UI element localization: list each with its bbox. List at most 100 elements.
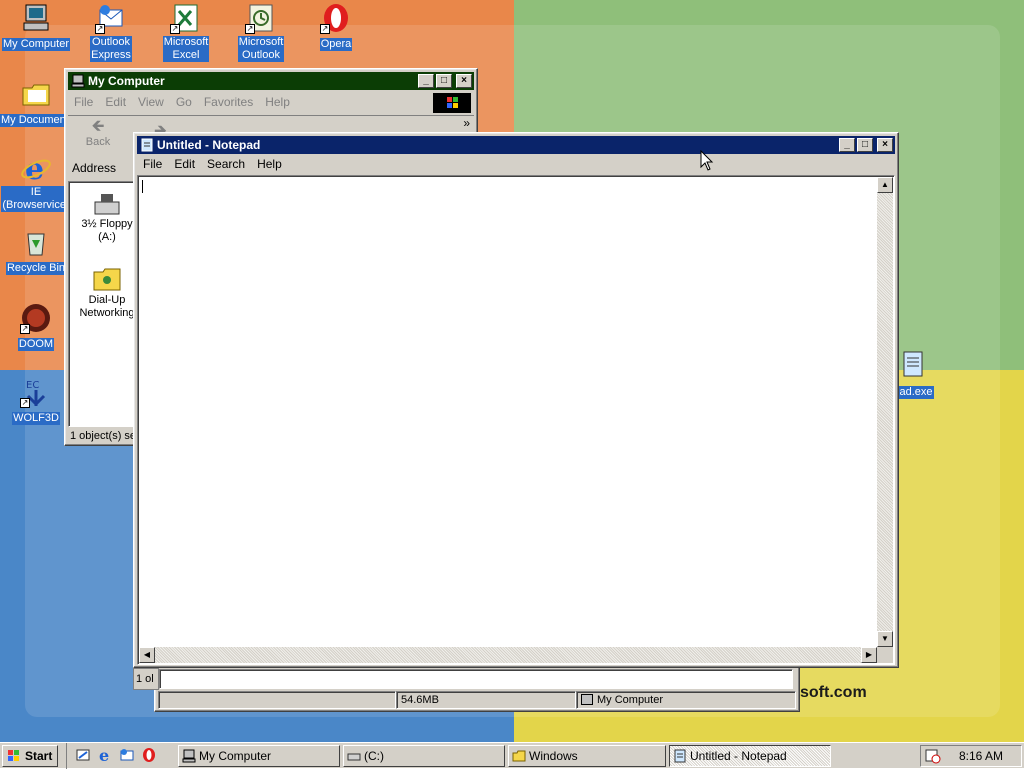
opera-icon[interactable] (141, 747, 157, 763)
scroll-up-button[interactable]: ▲ (877, 177, 893, 193)
doom-icon: ↗ (20, 302, 52, 334)
outlook-icon: ↗ (245, 2, 277, 34)
notepad-menu-bar: File Edit Search Help (137, 155, 895, 173)
mouse-pointer-icon (700, 149, 714, 172)
svg-text:EC: EC (26, 380, 39, 391)
desktop-icon-label: Outlook Express (90, 36, 132, 62)
wolf3d-icon: EC ↗ (20, 376, 52, 408)
maximize-button[interactable]: □ (436, 74, 452, 88)
computer-icon (581, 694, 593, 705)
quick-launch: e (66, 743, 170, 769)
computer-icon (71, 74, 85, 88)
desktop-icon-microsoft-outlook[interactable]: ↗ Microsoft Outlook (225, 2, 297, 62)
more-toolbar-button[interactable]: » (463, 116, 470, 130)
menu-bar: File Edit View Go Favorites Help (68, 93, 474, 111)
notepad-titlebar[interactable]: Untitled - Notepad _ □ × (137, 136, 895, 154)
internet-explorer-icon: e (20, 152, 52, 187)
address-field[interactable] (159, 669, 793, 689)
outlook-express-icon[interactable] (119, 747, 135, 763)
my-computer-titlebar[interactable]: My Computer _ □ × (68, 72, 474, 90)
windows-logo-icon (6, 749, 20, 763)
computer-icon (182, 749, 196, 763)
computer-icon (20, 2, 52, 34)
desktop-icon-label: Opera (319, 38, 353, 51)
vertical-scrollbar[interactable]: ▲ ▼ (877, 177, 893, 647)
show-desktop-icon[interactable] (75, 747, 91, 763)
folder-icon (512, 749, 526, 763)
status-location: My Computer (576, 691, 796, 709)
window-title: My Computer (88, 74, 165, 88)
folder-icon (20, 78, 52, 110)
drive-icon (347, 749, 361, 763)
notepad-icon (673, 749, 687, 763)
explorer-status-fragment: 1 ol (133, 668, 159, 690)
text-cursor (142, 180, 143, 193)
scroll-corner (877, 647, 893, 663)
notepad-window[interactable]: Untitled - Notepad _ □ × File Edit Searc… (133, 132, 899, 668)
svg-text:e: e (99, 747, 109, 763)
address-bar: Address (72, 161, 117, 175)
scroll-down-button[interactable]: ▼ (877, 631, 893, 647)
menu-edit[interactable]: Edit (99, 95, 132, 109)
opera-icon: ↗ (320, 2, 352, 34)
desktop-icon-ie-browservice[interactable]: e IE (Browservice) (0, 152, 72, 212)
desktop-icon-wolf3d[interactable]: EC ↗ WOLF3D (0, 376, 72, 425)
desktop-icon-doom[interactable]: ↗ DOOM (0, 302, 72, 351)
desktop-icon-label: ad.exe (898, 386, 934, 399)
status-bar: 54.6MB My Computer (158, 691, 796, 709)
minimize-button[interactable]: _ (418, 74, 434, 88)
floppy-drive-icon (91, 190, 123, 218)
notepad-text-area[interactable]: ▲ ▼ ◀ ▶ (137, 175, 895, 665)
scroll-left-button[interactable]: ◀ (139, 647, 155, 663)
desktop-icon-label: My Computer (1, 38, 71, 51)
close-button[interactable]: × (877, 138, 893, 152)
desktop-icon-label: WOLF3D (12, 412, 60, 425)
menu-help[interactable]: Help (259, 95, 296, 109)
status-size: 54.6MB (396, 691, 576, 709)
back-arrow-icon: 🡸 (91, 118, 105, 135)
start-button[interactable]: Start (2, 745, 58, 767)
desktop-icon-label: Recycle Bin (5, 262, 67, 275)
desktop-icon-recycle-bin[interactable]: Recycle Bin (0, 226, 72, 275)
menu-go[interactable]: Go (170, 95, 198, 109)
taskbar-button-windows[interactable]: Windows (508, 745, 666, 767)
taskbar-button-c-drive[interactable]: (C:) (343, 745, 505, 767)
folder-icon (91, 264, 123, 294)
back-button[interactable]: 🡸 Back (78, 118, 118, 148)
menu-favorites[interactable]: Favorites (198, 95, 259, 109)
maximize-button[interactable]: □ (857, 138, 873, 152)
menu-file[interactable]: File (137, 157, 168, 171)
my-computer-status: 1 object(s) se (70, 430, 137, 442)
menu-help[interactable]: Help (251, 157, 288, 171)
scroll-right-button[interactable]: ▶ (861, 647, 877, 663)
horizontal-scrollbar[interactable]: ◀ ▶ (139, 647, 877, 663)
desktop-icon-label: Microsoft Outlook (237, 36, 285, 62)
desktop-icon-my-documents[interactable]: My Documents (0, 78, 76, 127)
scheduler-icon[interactable] (925, 748, 941, 764)
menu-edit[interactable]: Edit (168, 157, 201, 171)
window-title: Untitled - Notepad (157, 138, 261, 152)
taskbar-button-my-computer[interactable]: My Computer (178, 745, 340, 767)
wallpaper-text: soft.com (800, 684, 867, 701)
clock[interactable]: 8:16 AM (959, 749, 1003, 763)
close-button[interactable]: × (456, 74, 472, 88)
outlook-express-icon: ↗ (95, 2, 127, 34)
file-pane: 3½ Floppy (A:) Dial-Up Networking (68, 181, 138, 427)
notepad-icon (140, 138, 154, 152)
desktop-icon-opera[interactable]: ↗ Opera (300, 2, 372, 51)
system-tray: 8:16 AM (920, 745, 1022, 767)
menu-search[interactable]: Search (201, 157, 251, 171)
desktop-icon-label: IE (Browservice) (1, 186, 71, 212)
menu-file[interactable]: File (68, 95, 99, 109)
minimize-button[interactable]: _ (839, 138, 855, 152)
menu-view[interactable]: View (132, 95, 170, 109)
desktop-icon-microsoft-excel[interactable]: ↗ Microsoft Excel (150, 2, 222, 62)
internet-explorer-icon[interactable]: e (97, 746, 113, 765)
desktop-icon-outlook-express[interactable]: ↗ Outlook Express (75, 2, 147, 62)
windows-explorer-window[interactable]: 54.6MB My Computer (154, 666, 800, 712)
excel-icon: ↗ (170, 2, 202, 34)
desktop-icon-my-computer[interactable]: My Computer (0, 2, 72, 51)
desktop-icon-label: DOOM (17, 338, 55, 351)
taskbar-button-notepad[interactable]: Untitled - Notepad (669, 745, 831, 767)
desktop-icon-label: Microsoft Excel (162, 36, 210, 62)
